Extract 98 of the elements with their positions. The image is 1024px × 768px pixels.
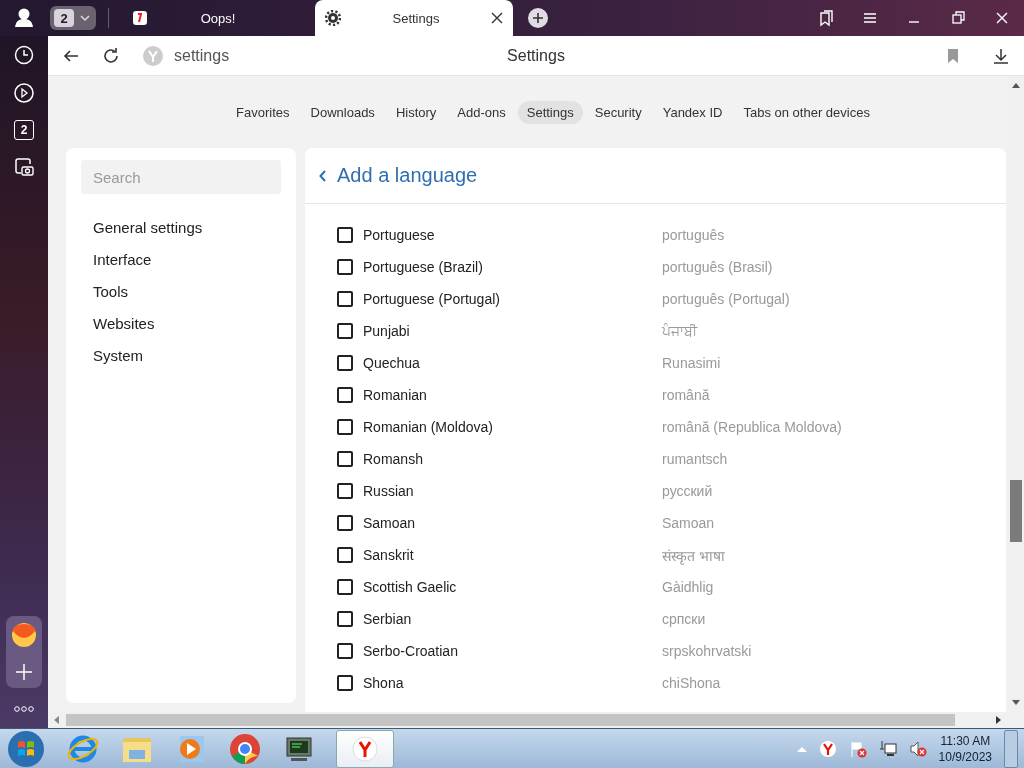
checkbox[interactable]	[337, 611, 353, 627]
gear-icon[interactable]	[325, 10, 341, 26]
horizontal-scrollbar[interactable]	[48, 712, 1024, 728]
checkbox[interactable]	[337, 643, 353, 659]
native-name: Samoan	[662, 515, 715, 531]
native-name: русский	[662, 483, 713, 499]
checkbox[interactable]	[337, 419, 353, 435]
native-name: संस्कृत भाषा	[662, 546, 725, 565]
checkbox[interactable]	[337, 515, 353, 531]
native-name: ਪੰਜਾਬੀ	[662, 322, 697, 340]
search-field[interactable]: Search	[81, 160, 281, 194]
sidebar-item[interactable]: Tools	[81, 276, 281, 308]
flag-error-icon[interactable]	[848, 739, 867, 758]
checkbox[interactable]	[337, 387, 353, 403]
checkbox[interactable]	[337, 579, 353, 595]
download-icon[interactable]	[992, 46, 1010, 65]
page-title: Settings	[507, 46, 565, 65]
restore-icon[interactable]	[949, 9, 967, 27]
tab-counter-button[interactable]: 2	[50, 6, 96, 30]
language-name: Romanian	[363, 387, 428, 403]
browser-tab[interactable]: Settings	[315, 0, 513, 36]
nav-tab[interactable]: Yandex ID	[653, 101, 732, 124]
tab-count-badge[interactable]: 2	[14, 120, 34, 140]
scroll-up-icon[interactable]	[1012, 82, 1020, 88]
native-name: português	[662, 227, 725, 243]
back-link[interactable]: Add a language	[319, 164, 478, 187]
clock-date: 10/9/2023	[938, 748, 992, 765]
native-name: chiShona	[662, 675, 721, 691]
sidebar-item[interactable]: System	[81, 340, 281, 372]
language-name: Portuguese (Brazil)	[363, 259, 484, 275]
network-icon[interactable]	[878, 739, 897, 758]
language-name: Punjabi	[363, 323, 411, 339]
sidebar-item[interactable]: Websites	[81, 308, 281, 340]
language-name: Serbo-Croatian	[363, 643, 459, 659]
browser-tab[interactable]: Oops!	[121, 0, 315, 36]
bookmark-icon[interactable]	[946, 47, 960, 64]
scrollbar-thumb[interactable]	[1010, 480, 1022, 542]
native-name: Runasimi	[662, 355, 721, 371]
native-name: rumantsch	[662, 451, 728, 467]
close-icon[interactable]	[491, 12, 503, 24]
checkbox[interactable]	[337, 547, 353, 563]
checkbox[interactable]	[337, 259, 353, 275]
language-name: Romansh	[363, 451, 424, 467]
sidebar-item[interactable]: General settings	[81, 212, 281, 244]
language-name: Shona	[363, 675, 405, 691]
start-button-icon[interactable]	[6, 728, 46, 768]
scroll-right-icon[interactable]	[996, 716, 1002, 724]
native-name: română	[662, 387, 710, 403]
native-name: português (Brasil)	[662, 259, 773, 275]
scroll-left-icon[interactable]	[53, 716, 59, 724]
language-name: Samoan	[363, 515, 417, 531]
checkbox[interactable]	[337, 323, 353, 339]
scrollbar-thumb[interactable]	[66, 714, 955, 726]
chrome-icon[interactable]	[228, 731, 262, 766]
language-name: Serbian	[363, 611, 413, 627]
checkbox[interactable]	[337, 355, 353, 371]
native-name: српски	[662, 611, 706, 627]
clock-icon[interactable]	[13, 44, 35, 66]
native-name: srpskohrvatski	[662, 643, 752, 659]
new-tab-icon[interactable]	[527, 7, 549, 29]
nav-tab[interactable]: Downloads	[301, 101, 384, 124]
language-name: Quechua	[363, 355, 421, 371]
native-name: română (Republica Moldova)	[662, 419, 842, 435]
address-field[interactable]: settings	[174, 46, 230, 65]
checkbox[interactable]	[337, 483, 353, 499]
checkbox[interactable]	[337, 291, 353, 307]
checkbox[interactable]	[337, 675, 353, 691]
language-name: Portuguese (Portugal)	[363, 291, 501, 307]
nav-tab[interactable]: Add-ons	[448, 101, 515, 124]
volume-muted-icon[interactable]	[908, 739, 927, 758]
clock-time: 11:30 AM	[940, 732, 991, 749]
more-icon[interactable]	[13, 704, 35, 714]
language-name: Scottish Gaelic	[363, 579, 458, 595]
language-name: Portuguese	[363, 227, 436, 243]
yandex-tray-icon[interactable]	[818, 739, 837, 758]
nav-tab[interactable]: History	[386, 101, 446, 124]
screenshot-camera-icon[interactable]	[13, 156, 35, 178]
language-name: Romanian (Moldova)	[363, 419, 494, 435]
checkbox[interactable]	[337, 451, 353, 467]
nav-tab[interactable]: Settings	[517, 101, 583, 124]
language-name: Russian	[363, 483, 415, 499]
mail-icon[interactable]	[11, 622, 37, 648]
yandex-browser-icon[interactable]	[352, 735, 378, 762]
nav-tab[interactable]: Tabs on other devices	[734, 101, 879, 124]
chevron-left-icon[interactable]	[319, 169, 327, 182]
native-name: Gàidhlig	[662, 579, 714, 595]
reload-icon[interactable]	[102, 46, 120, 65]
checkbox[interactable]	[337, 227, 353, 243]
add-icon[interactable]	[14, 662, 34, 682]
scroll-down-icon[interactable]	[1012, 700, 1020, 706]
play-icon[interactable]	[13, 82, 35, 104]
active-taskbar-item[interactable]	[336, 729, 394, 768]
nav-tab[interactable]: Security	[585, 101, 651, 124]
nav-tab[interactable]: Favorites	[227, 101, 299, 124]
bookmarks-icon[interactable]	[817, 9, 835, 27]
sidebar-item[interactable]: Interface	[81, 244, 281, 276]
native-name: português (Portugal)	[662, 291, 790, 307]
language-name: Sanskrit	[363, 547, 415, 563]
